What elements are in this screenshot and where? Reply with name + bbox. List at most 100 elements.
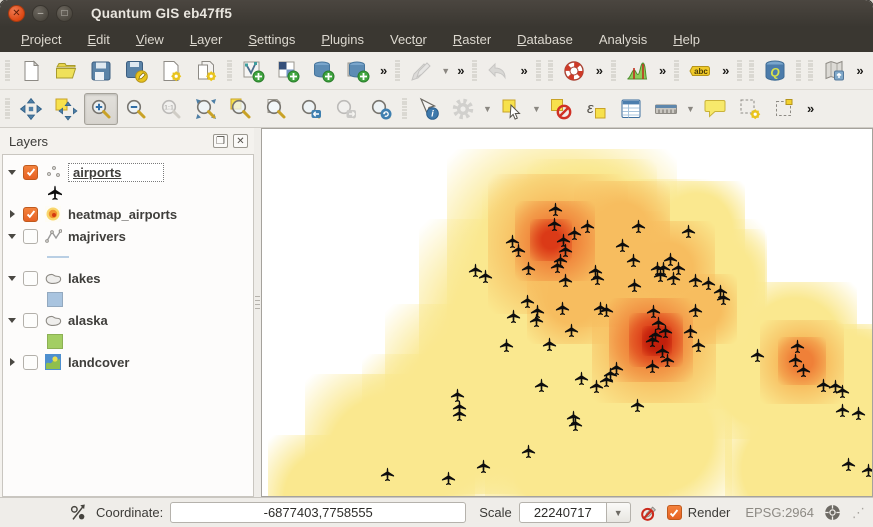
toolbar-grip[interactable]: [610, 60, 617, 82]
layer-visibility-checkbox[interactable]: [23, 229, 38, 244]
zoom-in-icon[interactable]: [84, 93, 118, 125]
chevron-down-icon[interactable]: ▼: [439, 66, 452, 76]
render-checkbox[interactable]: [667, 505, 682, 520]
layer-visibility-checkbox[interactable]: [23, 313, 38, 328]
toolbar-overflow-icon[interactable]: »: [655, 63, 670, 78]
menu-analysis[interactable]: Analysis: [586, 29, 660, 50]
toolbar-overflow-icon[interactable]: »: [852, 63, 867, 78]
layer-item-landcover[interactable]: landcover: [7, 351, 253, 373]
menu-help[interactable]: Help: [660, 29, 713, 50]
menu-layer[interactable]: Layer: [177, 29, 236, 50]
toolbar-overflow-icon[interactable]: »: [592, 63, 607, 78]
layer-item-alaska[interactable]: alaska: [7, 309, 253, 331]
mouse-position-toggle-icon[interactable]: [67, 502, 89, 524]
toolbar-grip[interactable]: [401, 98, 408, 120]
new-project-icon[interactable]: [14, 55, 48, 87]
collapse-icon[interactable]: [7, 234, 17, 239]
toolbar-grip[interactable]: [795, 60, 802, 82]
attribute-table-icon[interactable]: [614, 93, 648, 125]
zoom-out-icon[interactable]: [119, 93, 153, 125]
zoom-full-icon[interactable]: [189, 93, 223, 125]
refresh-map-icon[interactable]: [364, 93, 398, 125]
layer-visibility-checkbox[interactable]: [23, 355, 38, 370]
panel-splitter[interactable]: [254, 128, 261, 497]
layer-name[interactable]: lakes: [68, 271, 101, 286]
toolbar-overflow-icon[interactable]: »: [718, 63, 733, 78]
coordinate-input[interactable]: -6877403,7758555: [170, 502, 466, 523]
measure-icon[interactable]: [649, 93, 683, 125]
menu-raster[interactable]: Raster: [440, 29, 504, 50]
add-spatialite-layer-icon[interactable]: [341, 55, 375, 87]
toolbar-grip[interactable]: [4, 60, 11, 82]
chevron-down-icon[interactable]: ▼: [684, 104, 697, 114]
layer-item-airports[interactable]: airports: [7, 161, 253, 183]
toolbar-grip[interactable]: [4, 98, 11, 120]
add-postgis-layer-icon[interactable]: [306, 55, 340, 87]
toolbar-grip[interactable]: [394, 60, 401, 82]
menu-vector[interactable]: Vector: [377, 29, 440, 50]
deselect-all-icon[interactable]: [544, 93, 578, 125]
save-project-icon[interactable]: [84, 55, 118, 87]
menu-plugins[interactable]: Plugins: [308, 29, 377, 50]
collapse-icon[interactable]: [7, 170, 17, 175]
composer-manager-icon[interactable]: [189, 55, 223, 87]
layer-name[interactable]: alaska: [68, 313, 108, 328]
layer-visibility-checkbox[interactable]: [23, 271, 38, 286]
mapserver-export-icon[interactable]: [817, 55, 851, 87]
menu-project[interactable]: Project: [8, 29, 74, 50]
layer-name[interactable]: majrivers: [68, 229, 126, 244]
chevron-down-icon[interactable]: ▼: [530, 104, 543, 114]
collapse-icon[interactable]: [7, 318, 17, 323]
labeling-icon[interactable]: abc: [683, 55, 717, 87]
undock-panel-icon[interactable]: ❐: [213, 134, 228, 148]
zoom-to-selection-icon[interactable]: [224, 93, 258, 125]
toolbar-overflow-icon[interactable]: »: [516, 63, 531, 78]
stop-rendering-icon[interactable]: [638, 502, 660, 524]
pan-to-selection-icon[interactable]: [49, 93, 83, 125]
layer-name[interactable]: heatmap_airports: [68, 207, 177, 222]
new-composer-icon[interactable]: [154, 55, 188, 87]
zoom-last-icon[interactable]: [294, 93, 328, 125]
add-raster-layer-icon[interactable]: [271, 55, 305, 87]
select-by-expression-icon[interactable]: ε: [579, 93, 613, 125]
expand-icon[interactable]: [7, 358, 17, 366]
toolbar-grip[interactable]: [535, 60, 542, 82]
toolbar-grip[interactable]: [547, 60, 554, 82]
layer-name[interactable]: airports: [68, 163, 164, 182]
toolbar-grip[interactable]: [807, 60, 814, 82]
db-manager-icon[interactable]: Q: [758, 55, 792, 87]
zoom-to-layer-icon[interactable]: [259, 93, 293, 125]
statistical-summary-icon[interactable]: [620, 55, 654, 87]
new-bookmark-icon[interactable]: [733, 93, 767, 125]
layer-visibility-checkbox[interactable]: [23, 207, 38, 222]
layer-item-majrivers[interactable]: majrivers: [7, 225, 253, 247]
layer-name[interactable]: landcover: [68, 355, 129, 370]
pan-map-icon[interactable]: [14, 93, 48, 125]
show-bookmarks-icon[interactable]: [768, 93, 802, 125]
toolbar-grip[interactable]: [226, 60, 233, 82]
select-features-icon[interactable]: [495, 93, 529, 125]
toolbar-grip[interactable]: [673, 60, 680, 82]
toolbar-grip[interactable]: [471, 60, 478, 82]
toolbar-overflow-icon[interactable]: »: [803, 101, 818, 116]
menu-view[interactable]: View: [123, 29, 177, 50]
layer-item-lakes[interactable]: lakes: [7, 267, 253, 289]
map-tips-icon[interactable]: [698, 93, 732, 125]
layer-item-heatmap_airports[interactable]: heatmap_airports: [7, 203, 253, 225]
save-project-as-icon[interactable]: [119, 55, 153, 87]
crs-status-icon[interactable]: [821, 502, 843, 524]
toolbar-grip[interactable]: [748, 60, 755, 82]
map-canvas[interactable]: [261, 128, 873, 497]
identify-icon[interactable]: i: [411, 93, 445, 125]
toolbar-overflow-icon[interactable]: »: [376, 63, 391, 78]
chevron-down-icon[interactable]: ▼: [481, 104, 494, 114]
render-toggle[interactable]: Render: [667, 505, 731, 520]
help-contents-icon[interactable]: [557, 55, 591, 87]
menu-database[interactable]: Database: [504, 29, 586, 50]
minimize-window-icon[interactable]: –: [32, 5, 49, 22]
close-panel-icon[interactable]: ✕: [233, 134, 248, 148]
expand-icon[interactable]: [7, 210, 17, 218]
toolbar-grip[interactable]: [736, 60, 743, 82]
toolbar-overflow-icon[interactable]: »: [453, 63, 468, 78]
resize-grip[interactable]: ⋰: [852, 505, 865, 521]
